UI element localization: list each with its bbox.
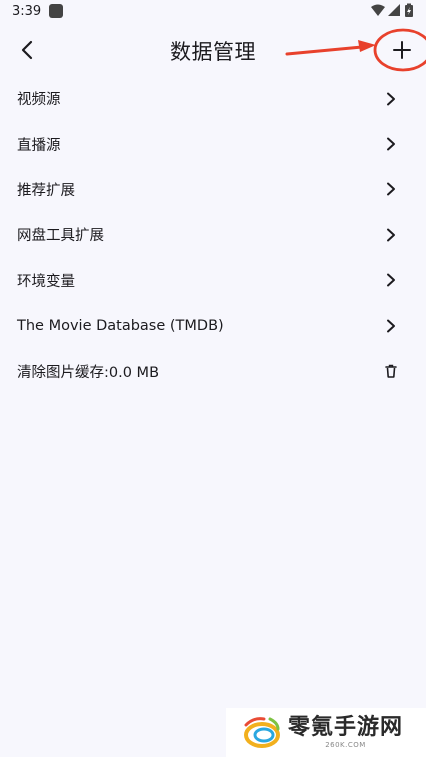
trash-icon bbox=[385, 364, 397, 378]
page-title: 数据管理 bbox=[170, 40, 256, 64]
list-item-label: 直播源 bbox=[17, 137, 61, 154]
data-management-list: 视频源 直播源 推荐扩展 网盘工具扩展 环境变量 The Movie Datab… bbox=[0, 76, 426, 394]
list-item-environment-variables[interactable]: 环境变量 bbox=[0, 258, 426, 303]
list-item-label: 清除图片缓存:0.0 MB bbox=[17, 364, 160, 381]
watermark-logo-icon bbox=[244, 716, 280, 748]
list-item-label: The Movie Database (TMDB) bbox=[17, 317, 224, 334]
signal-icon bbox=[388, 4, 400, 16]
list-item-cloud-drive-extensions[interactable]: 网盘工具扩展 bbox=[0, 212, 426, 257]
watermark: 零氪手游网 260K.COM bbox=[226, 708, 426, 757]
status-bar: 3:39 bbox=[0, 0, 426, 24]
list-item-label: 环境变量 bbox=[17, 273, 75, 290]
chevron-right-icon bbox=[387, 92, 395, 106]
add-button[interactable] bbox=[382, 30, 422, 70]
list-item-video-source[interactable]: 视频源 bbox=[0, 76, 426, 121]
list-item-tmdb[interactable]: The Movie Database (TMDB) bbox=[0, 303, 426, 348]
chevron-right-icon bbox=[387, 319, 395, 333]
wifi-icon bbox=[371, 4, 385, 16]
watermark-subtitle: 260K.COM bbox=[325, 740, 366, 749]
list-item-recommended-extensions[interactable]: 推荐扩展 bbox=[0, 167, 426, 212]
app-notification-icon bbox=[49, 4, 63, 18]
battery-charging-icon bbox=[405, 3, 413, 17]
list-item-label: 视频源 bbox=[17, 92, 61, 109]
status-time: 3:39 bbox=[12, 4, 42, 19]
list-item-clear-image-cache[interactable]: 清除图片缓存:0.0 MB bbox=[0, 348, 426, 393]
status-icons bbox=[371, 3, 413, 17]
list-item-label: 网盘工具扩展 bbox=[17, 228, 104, 245]
app-bar: 数据管理 bbox=[0, 24, 426, 76]
chevron-right-icon bbox=[387, 273, 395, 287]
list-item-live-source[interactable]: 直播源 bbox=[0, 121, 426, 166]
watermark-title: 零氪手游网 bbox=[288, 714, 404, 740]
chevron-right-icon bbox=[387, 228, 395, 242]
chevron-right-icon bbox=[387, 137, 395, 151]
list-item-label: 推荐扩展 bbox=[17, 182, 75, 199]
chevron-right-icon bbox=[387, 182, 395, 196]
plus-icon bbox=[393, 41, 411, 59]
